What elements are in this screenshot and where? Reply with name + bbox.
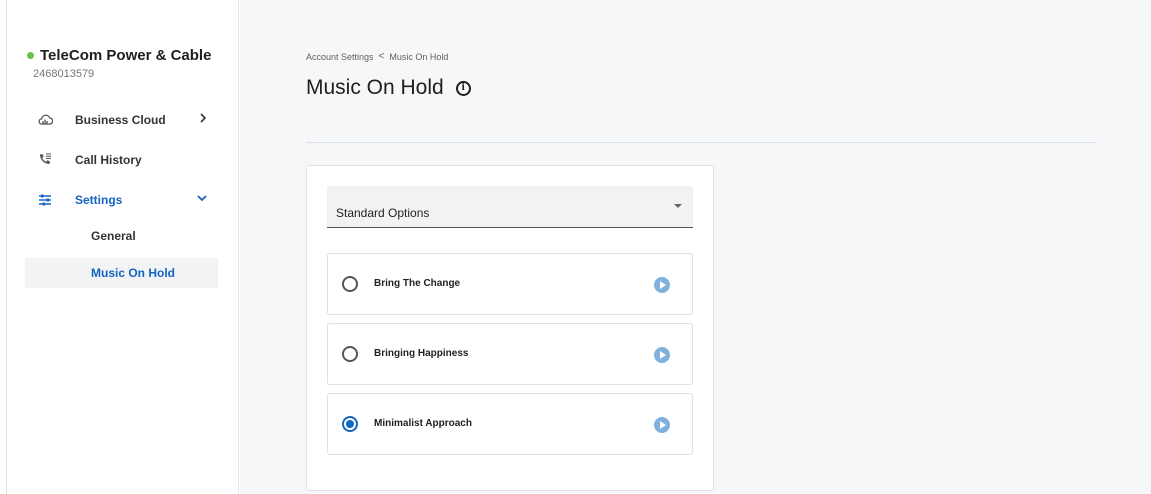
breadcrumb-parent-link[interactable]: Account Settings <box>306 52 374 62</box>
org-name-row: TeleCom Power & Cable <box>27 47 211 64</box>
phone-log-icon <box>37 152 53 168</box>
sidebar-subitem-music-on-hold[interactable]: Music On Hold <box>25 258 218 288</box>
breadcrumb-current: Music On Hold <box>389 51 449 62</box>
cloud-icon <box>37 112 53 128</box>
chevron-down-icon <box>196 192 208 207</box>
sidebar-item-business-cloud[interactable]: Business Cloud <box>25 105 218 135</box>
breadcrumb: Account Settings < Music On Hold <box>306 51 448 62</box>
org-header: TeleCom Power & Cable 2468013579 <box>27 47 211 80</box>
radio-button[interactable] <box>342 276 358 292</box>
music-options-card: Standard Options Bring The Change Bringi… <box>306 165 714 491</box>
sidebar-item-label: Call History <box>75 153 142 167</box>
page-title-row: Music On Hold i <box>306 76 471 100</box>
options-category-select[interactable]: Standard Options <box>327 186 693 228</box>
main-content: Account Settings < Music On Hold Music O… <box>240 0 1151 494</box>
sidebar-item-label: Settings <box>75 193 123 207</box>
settings-sliders-icon <box>37 192 53 208</box>
sidebar: TeleCom Power & Cable 2468013579 Busines… <box>7 0 239 494</box>
info-icon[interactable]: i <box>455 80 471 96</box>
select-value: Standard Options <box>336 206 430 220</box>
org-name: TeleCom Power & Cable <box>40 47 212 64</box>
sidebar-item-call-history[interactable]: Call History <box>25 145 218 175</box>
play-icon[interactable] <box>654 347 670 363</box>
music-option[interactable]: Bringing Happiness <box>327 323 693 385</box>
music-option[interactable]: Minimalist Approach <box>327 393 693 455</box>
sidebar-item-settings[interactable]: Settings <box>25 185 218 215</box>
sidebar-subitem-general[interactable]: General <box>25 221 218 251</box>
sidebar-subitem-label: Music On Hold <box>91 266 175 280</box>
sidebar-item-label: Business Cloud <box>75 113 166 127</box>
music-option-label: Minimalist Approach <box>374 418 472 429</box>
caret-down-icon <box>674 204 682 208</box>
page-title: Music On Hold <box>306 76 444 99</box>
breadcrumb-separator: < <box>378 51 385 62</box>
play-icon[interactable] <box>654 277 670 293</box>
org-number: 2468013579 <box>33 68 95 80</box>
radio-button-selected[interactable] <box>342 416 358 432</box>
radio-button[interactable] <box>342 346 358 362</box>
divider <box>306 142 1097 143</box>
music-option-label: Bringing Happiness <box>374 348 469 359</box>
chevron-right-icon <box>198 112 208 127</box>
music-option-label: Bring The Change <box>374 278 461 289</box>
play-icon[interactable] <box>654 417 670 433</box>
status-dot-icon <box>27 52 34 59</box>
music-option[interactable]: Bring The Change <box>327 253 693 315</box>
sidebar-subitem-label: General <box>91 229 136 243</box>
